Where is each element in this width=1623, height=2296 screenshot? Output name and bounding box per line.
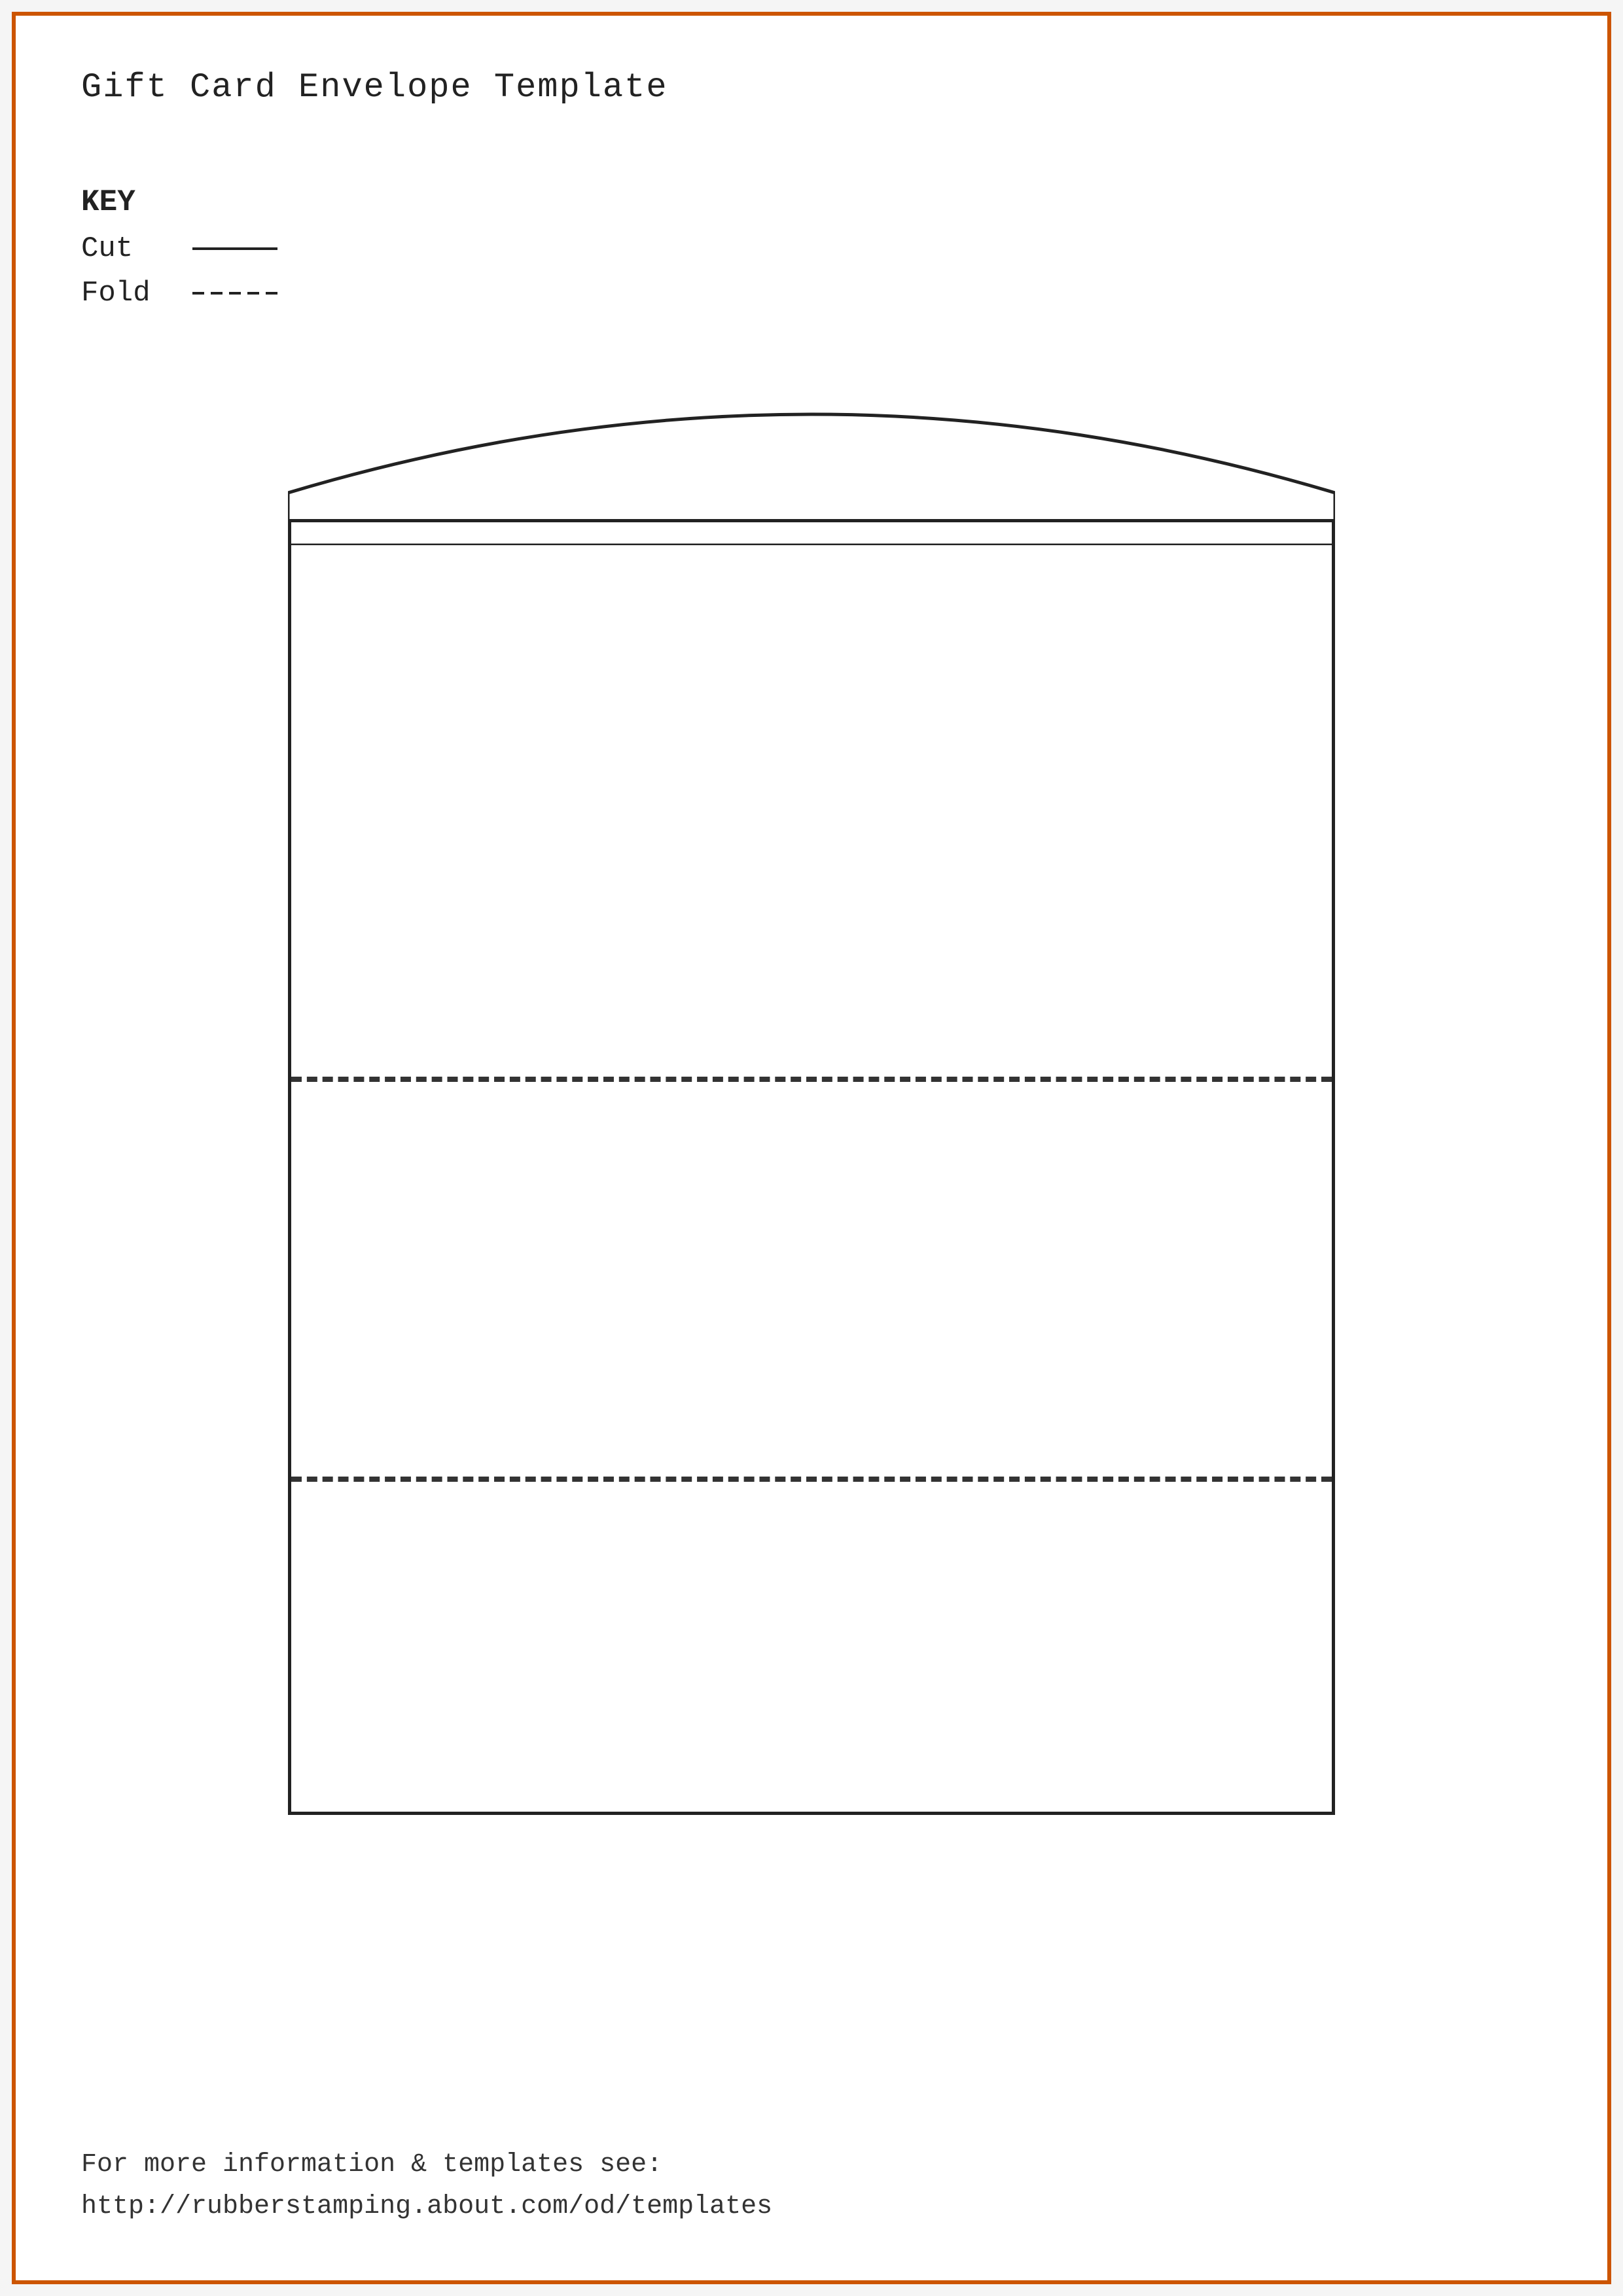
page-title: Gift Card Envelope Template bbox=[81, 68, 1542, 107]
key-section: KEY Cut Fold bbox=[81, 185, 1542, 310]
cut-key-item: Cut bbox=[81, 232, 1542, 265]
fold-line-1 bbox=[291, 1077, 1332, 1082]
footer-url: http://rubberstamping.about.com/od/templ… bbox=[81, 2186, 772, 2228]
fold-key-item: Fold bbox=[81, 277, 1542, 310]
footer-section: For more information & templates see: ht… bbox=[81, 2144, 772, 2228]
envelope-wrapper bbox=[81, 375, 1542, 1815]
key-label: KEY bbox=[81, 185, 1542, 219]
fold-label: Fold bbox=[81, 277, 179, 310]
fold-line-sample bbox=[192, 292, 277, 295]
fold-line-2 bbox=[291, 1477, 1332, 1482]
cut-label: Cut bbox=[81, 232, 179, 265]
page-content: Gift Card Envelope Template KEY Cut Fold bbox=[12, 12, 1611, 2284]
envelope-body bbox=[288, 519, 1335, 1815]
envelope-container bbox=[288, 375, 1335, 1815]
cut-line-sample bbox=[192, 247, 277, 250]
footer-line1: For more information & templates see: bbox=[81, 2144, 772, 2186]
